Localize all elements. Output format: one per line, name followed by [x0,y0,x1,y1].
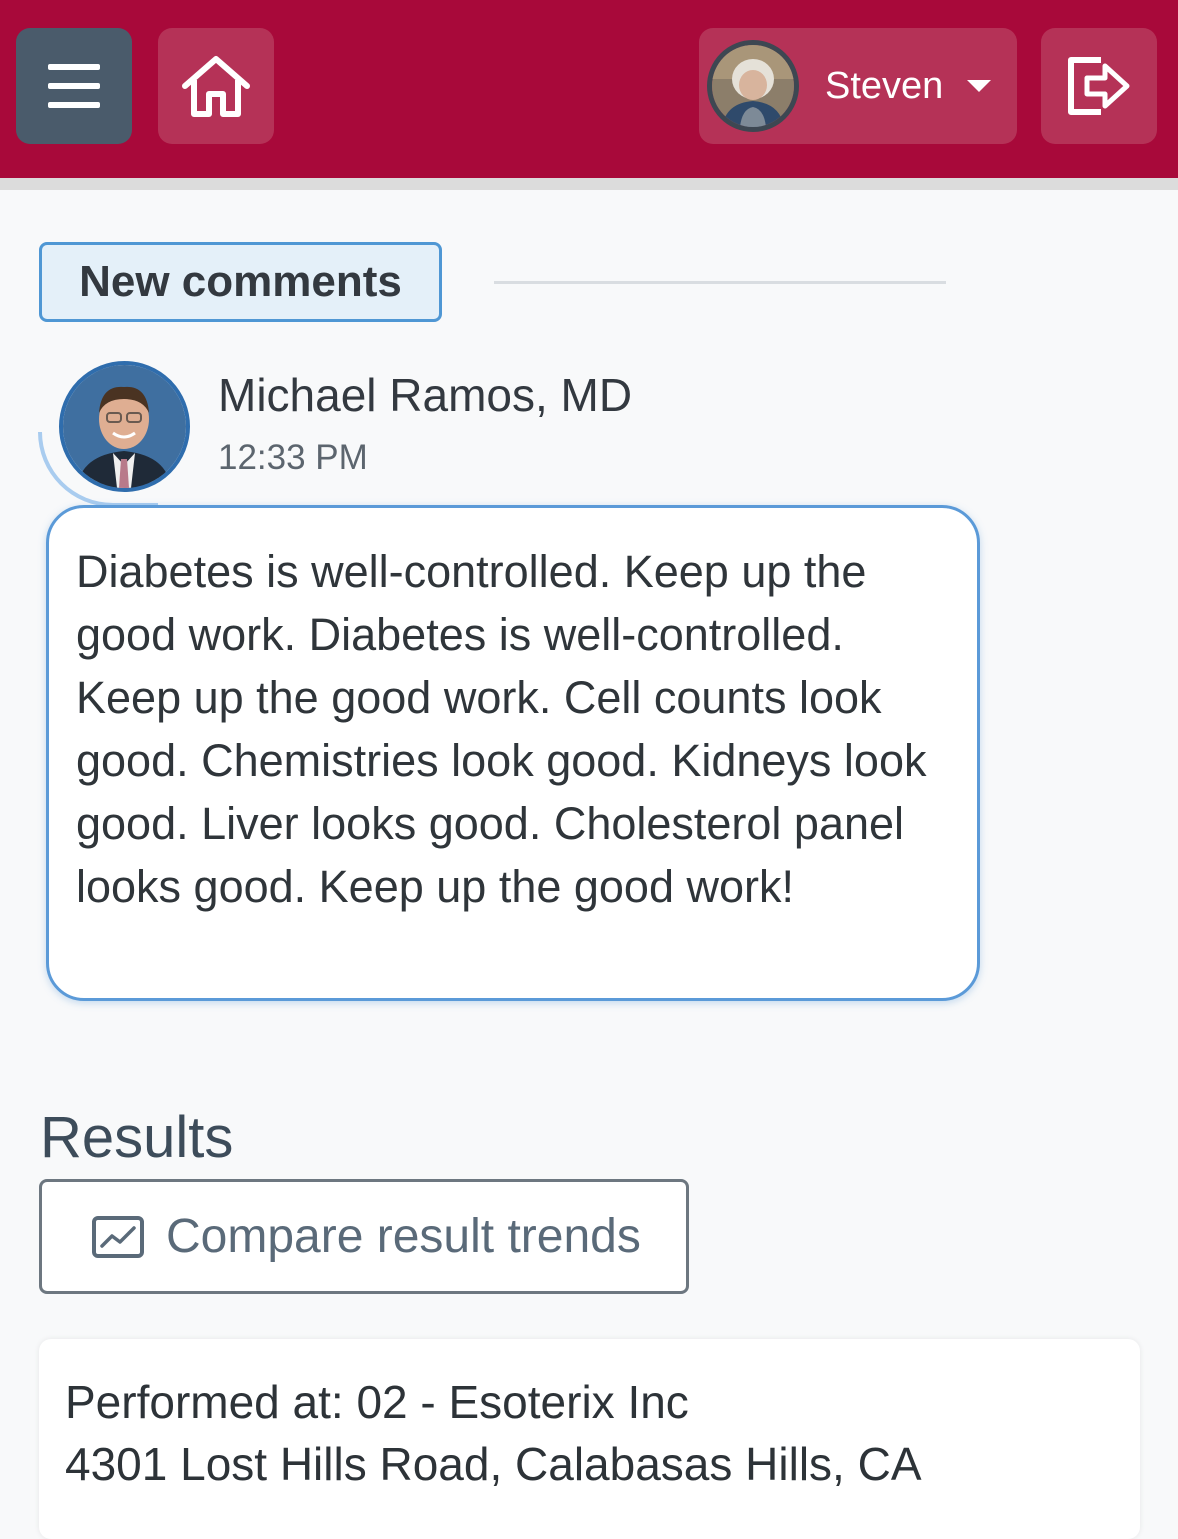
comment-bubble: Diabetes is well-controlled. Keep up the… [46,505,980,1001]
new-comments-label: New comments [39,242,442,322]
home-icon [182,56,250,117]
menu-button[interactable] [16,28,132,144]
results-title: Results [40,1105,234,1170]
performed-at-card: Performed at: 02 - Esoterix Inc 4301 Los… [39,1339,1140,1539]
user-avatar [707,40,799,132]
line-chart-icon [92,1215,144,1258]
hamburger-menu-icon [48,64,100,108]
divider [494,281,946,284]
compare-button-label: Compare result trends [166,1210,641,1263]
comment-author: Michael Ramos, MD [218,369,633,421]
top-navbar: Steven [0,0,1178,190]
sign-out-icon [1068,57,1130,115]
user-name: Steven [825,64,944,107]
logout-button[interactable] [1041,28,1157,144]
compare-result-trends-button[interactable]: Compare result trends [39,1179,689,1294]
performed-at-address: 4301 Lost Hills Road, Calabasas Hills, C… [65,1438,922,1490]
comment-time: 12:33 PM [218,438,368,477]
home-button[interactable] [158,28,274,144]
caret-down-icon [967,80,992,92]
performed-at-text: Performed at: 02 - Esoterix Inc [65,1376,689,1428]
doctor-avatar [59,361,190,492]
user-menu-button[interactable]: Steven [699,28,1017,144]
